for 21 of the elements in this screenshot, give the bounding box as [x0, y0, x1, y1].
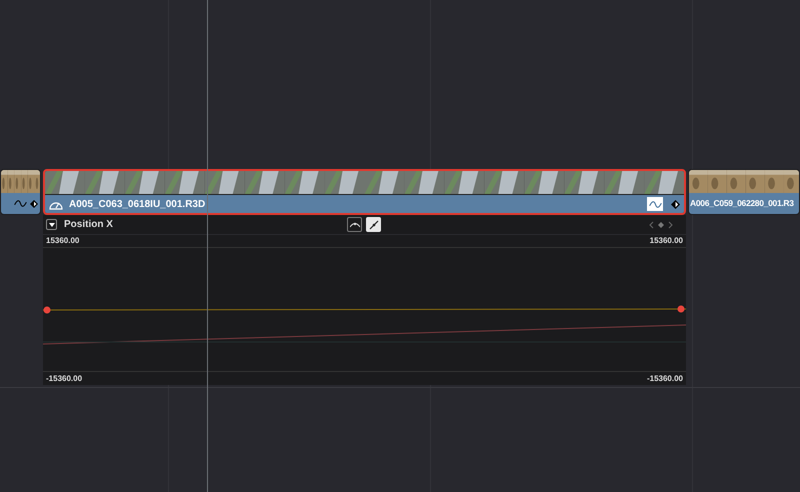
curve-icon [648, 200, 662, 208]
linear-button[interactable] [366, 217, 381, 232]
keyframe-icon [30, 200, 38, 208]
axis-value: 15360.00 [650, 235, 683, 247]
property-label: Position X [64, 218, 113, 232]
axis-value: 15360.00 [46, 235, 80, 247]
axis-value: -15360.00 [646, 373, 683, 385]
keyframe-nav-icon[interactable] [649, 220, 673, 228]
axis-value: -15360.00 [46, 373, 82, 385]
linear-curve-icon [368, 220, 378, 230]
clip-name: A006_C059_062280_001.R3 [690, 197, 794, 210]
dropdown-button[interactable] [46, 219, 57, 230]
timeline-clip[interactable]: A005_C063_0618IU_001.R3D [43, 169, 686, 215]
clip-name: A005_C063_0618IU_001.R3D [69, 198, 206, 212]
chevron-down-icon [48, 222, 54, 226]
ease-curve-icon [350, 222, 360, 228]
timeline-clip[interactable]: A006_C059_062280_001.R3 [688, 169, 800, 215]
ease-button[interactable] [347, 217, 362, 232]
keyframe-icon [671, 200, 680, 208]
curve-icon [14, 199, 27, 208]
timeline-clip[interactable] [0, 169, 41, 215]
